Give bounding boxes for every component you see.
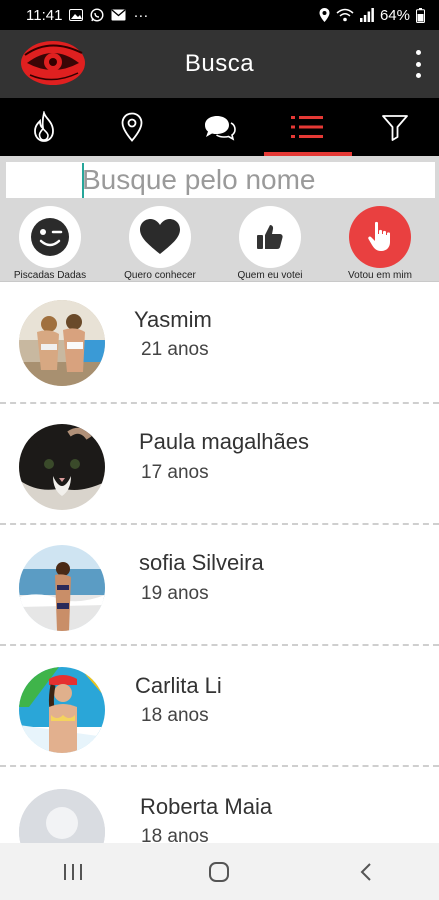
tab-hot[interactable] [0, 98, 88, 156]
search-bar [0, 156, 439, 204]
page-title: Busca [184, 50, 255, 77]
user-age: 18 anos [141, 826, 209, 843]
list-item[interactable]: Paula magalhães 17 anos [0, 404, 439, 525]
mail-notification-icon [111, 9, 126, 21]
home-icon [209, 861, 230, 882]
filter-want-to-meet-circle[interactable] [129, 206, 191, 268]
list-item[interactable]: Roberta Maia 18 anos [0, 767, 439, 843]
battery-icon [416, 7, 425, 23]
filter-voted-for-me[interactable]: Votou em mim [325, 204, 435, 282]
user-name: Paula magalhães [139, 429, 310, 454]
filter-winks-given[interactable]: Piscadas Dadas [0, 204, 105, 282]
pointing-hand-icon [368, 221, 390, 251]
list-icon [291, 116, 324, 138]
thumbs-up-icon [257, 225, 283, 249]
status-bar: 11:41 ··· 64% [0, 0, 439, 30]
user-name: Roberta Maia [140, 794, 273, 819]
filter-i-voted-circle[interactable] [239, 206, 301, 268]
text-cursor [82, 163, 84, 198]
filter-want-to-meet[interactable]: Quero conhecer [105, 204, 215, 282]
app-bar: Busca [0, 30, 439, 98]
tab-nearby[interactable] [88, 98, 176, 156]
gallery-notification-icon [69, 9, 84, 21]
signal-status-icon [359, 8, 374, 22]
user-age: 21 anos [141, 339, 209, 360]
avatar [19, 424, 105, 510]
list-item[interactable]: sofia Silveira 19 anos [0, 525, 439, 646]
location-status-icon [319, 8, 330, 22]
filter-label: Quem eu votei [237, 270, 303, 281]
chat-bubbles-icon [205, 116, 237, 141]
user-name: sofia Silveira [139, 550, 264, 575]
filter-label: Votou em mim [348, 270, 412, 281]
search-input[interactable] [6, 162, 435, 198]
whatsapp-notification-icon [90, 8, 104, 22]
filter-voted-for-me-circle[interactable] [349, 206, 411, 268]
user-age: 18 anos [141, 705, 209, 726]
tab-filter[interactable] [351, 98, 439, 156]
location-pin-icon [121, 112, 143, 142]
tab-chat[interactable] [176, 98, 264, 156]
recent-apps-button[interactable] [43, 852, 103, 892]
avatar [19, 667, 105, 753]
filter-icon [382, 115, 408, 141]
wifi-status-icon [336, 8, 354, 22]
system-nav-bar [0, 843, 439, 900]
avatar-placeholder [19, 789, 105, 843]
avatar [19, 300, 105, 386]
back-button[interactable] [336, 852, 396, 892]
home-button[interactable] [189, 852, 249, 892]
filter-row: Piscadas Dadas Quero conhecer Quem eu vo… [0, 204, 439, 282]
flame-icon [33, 111, 54, 142]
overflow-menu-icon[interactable] [413, 50, 423, 78]
user-name: Carlita Li [135, 673, 222, 698]
battery-percent: 64% [379, 6, 410, 24]
recent-apps-icon [64, 863, 83, 880]
filter-i-voted[interactable]: Quem eu votei [215, 204, 325, 282]
tab-bar [0, 98, 439, 156]
list-item[interactable]: Yasmim 21 anos [0, 283, 439, 404]
filter-label: Quero conhecer [124, 270, 196, 281]
wink-face-icon [31, 218, 69, 256]
user-age: 19 anos [141, 583, 209, 604]
user-list: Yasmim 21 anos Paula magalhães 17 anos s… [0, 283, 439, 843]
status-time: 11:41 [26, 6, 63, 24]
app-screen: 11:41 ··· 64% Busca Busque pelo nome Pis… [0, 0, 439, 900]
list-item[interactable]: Carlita Li 18 anos [0, 646, 439, 767]
filter-label: Piscadas Dadas [13, 270, 87, 281]
tab-list[interactable] [263, 98, 351, 156]
filter-winks-circle[interactable] [19, 206, 81, 268]
back-chevron-icon [360, 862, 371, 881]
user-age: 17 anos [141, 462, 209, 483]
user-name: Yasmim [134, 307, 212, 332]
heart-icon [140, 219, 180, 254]
avatar [19, 545, 105, 631]
status-more-indicator: ··· [133, 6, 149, 24]
